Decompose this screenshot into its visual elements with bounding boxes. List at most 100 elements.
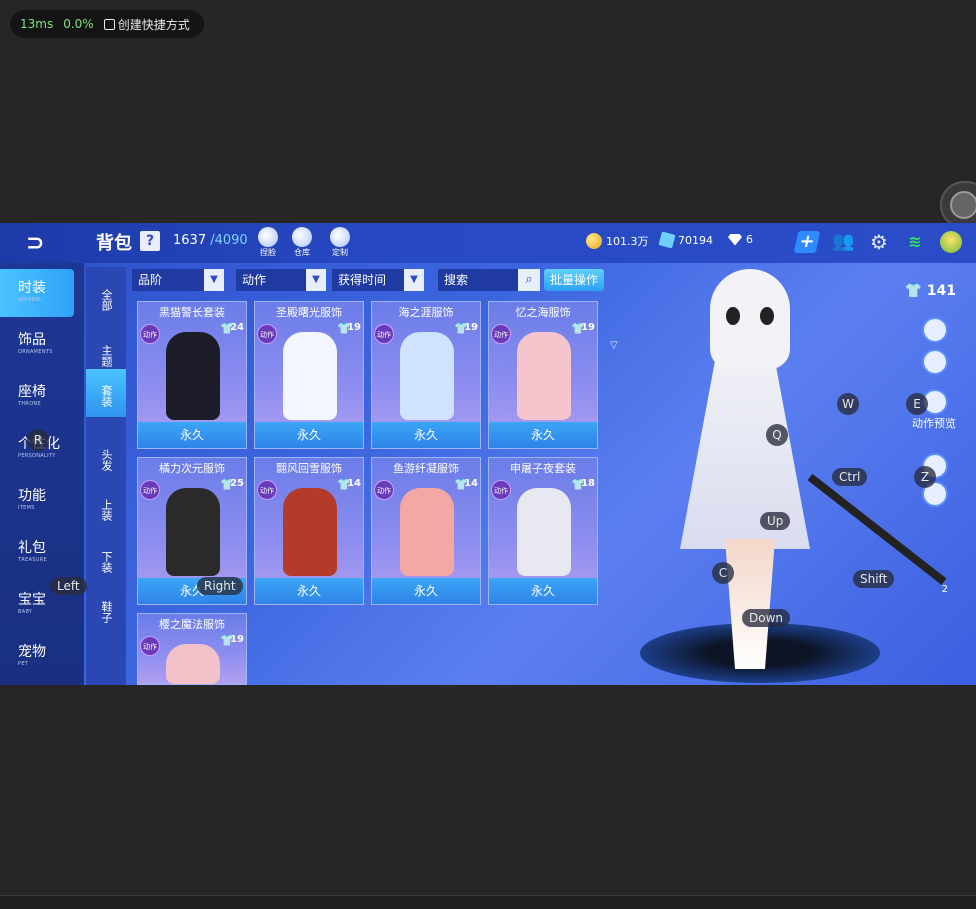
capacity-used: 1637 [173, 233, 207, 248]
item-duration: 永久 [372, 578, 480, 604]
action-badge: 动作 [140, 636, 160, 656]
tab-suit[interactable]: 套装 [86, 369, 126, 417]
create-shortcut-label: 创建快捷方式 [117, 17, 190, 32]
item-card[interactable]: 圣殿曙光服饰 动作 👕 19 永久 [254, 301, 364, 449]
gold-coin-icon [586, 233, 602, 249]
nav-item-items[interactable]: 功能 ITEMS [0, 477, 74, 525]
key-c[interactable]: C [712, 562, 734, 584]
search-input[interactable]: 搜索 ⌕ [438, 269, 540, 291]
nav-item-throne[interactable]: 座椅 THRONE [0, 373, 74, 421]
rotate-icon[interactable] [922, 349, 948, 375]
item-card[interactable]: 翾风回雪服饰 动作 👕 14 永久 [254, 457, 364, 605]
action-badge: 动作 [374, 480, 394, 500]
header-right-icons: + 👥 ⚙ ≋ [793, 231, 962, 253]
key-up[interactable]: Up [760, 512, 791, 530]
face-edit-label: 捏脸 [260, 248, 276, 257]
item-duration: 永久 [489, 578, 597, 604]
customize-button[interactable]: 定制 [326, 227, 354, 259]
item-name: 翾风回雪服饰 [276, 462, 342, 475]
shirt-icon: 👕 [454, 478, 468, 491]
key-down[interactable]: Down [742, 609, 791, 627]
ghost-costume-body [680, 339, 810, 549]
shirt-icon: 👕 [571, 322, 585, 335]
key-q[interactable]: Q [766, 424, 788, 446]
item-figure [166, 488, 220, 576]
character-legs [725, 539, 775, 669]
shirt-icon: 👕 [571, 478, 585, 491]
tab-hair[interactable]: 头发 [86, 433, 126, 481]
item-card[interactable]: 鱼游纤凝服饰 动作 👕 14 永久 [371, 457, 481, 605]
nav-label: 宠物 [18, 644, 46, 660]
chevron-down-icon: ▼ [204, 269, 224, 291]
tab-bottom[interactable]: 下装 [86, 535, 126, 583]
item-card[interactable]: 忆之海服饰 动作 👕 19 永久 [488, 301, 598, 449]
acquire-time-dropdown[interactable]: 获得时间 ▼ [332, 269, 424, 291]
item-level: 👕 19 [571, 322, 595, 342]
hexagon-icon [950, 191, 976, 219]
item-figure [400, 332, 454, 420]
item-card[interactable]: 海之涯服饰 动作 👕 19 永久 [371, 301, 481, 449]
chevron-down-icon: ▼ [404, 269, 424, 291]
key-r[interactable]: R [27, 429, 49, 451]
item-level: 👕 14 [454, 478, 478, 498]
nav-item-apparel[interactable]: 时装 APPAREL [0, 269, 74, 317]
perf-stats-pill: 13ms 0.0% 创建快捷方式 [10, 10, 204, 38]
diamond-currency: 6 [728, 233, 753, 246]
item-level: 👕 14 [337, 478, 361, 498]
action-badge: 动作 [257, 324, 277, 344]
game-logo-icon: ⊃ [26, 231, 45, 256]
grade-dropdown[interactable]: 品阶 ▼ [132, 269, 224, 291]
nav-item-ornaments[interactable]: 饰品 ORNAMENTS [0, 321, 74, 369]
latency-value: 13ms [20, 17, 54, 31]
friends-icon[interactable]: 👥 [832, 231, 854, 253]
key-left[interactable]: Left [50, 577, 87, 595]
item-card[interactable]: 黑猫警长套装 动作 👕 24 永久 [137, 301, 247, 449]
customize-label: 定制 [332, 248, 348, 257]
tab-top[interactable]: 上装 [86, 483, 126, 531]
action-badge: 动作 [491, 480, 511, 500]
plus-icon[interactable]: + [793, 231, 821, 253]
action-dropdown[interactable]: 动作 ▼ [236, 269, 326, 291]
side-float-handle[interactable] [940, 181, 976, 229]
item-duration: 永久 [255, 422, 363, 448]
warehouse-button[interactable]: 仓库 [288, 227, 316, 259]
shirt-icon: 👕 [337, 478, 351, 491]
game-viewport: ⊃ 背包 ? 1637 /4090 捏脸 仓库 定制 101.3万 70194 … [0, 223, 976, 685]
loss-value: 0.0% [63, 17, 94, 31]
item-name: 鱼游纤凝服饰 [393, 462, 459, 475]
gear-icon[interactable]: ⚙ [868, 231, 890, 253]
gold-value: 101.3万 [606, 235, 649, 248]
nav-label: 功能 [18, 488, 46, 504]
tab-shoes[interactable]: 鞋子 [86, 585, 126, 633]
help-button[interactable]: ? [140, 231, 160, 251]
key-right[interactable]: Right [197, 577, 243, 595]
avatar[interactable] [940, 231, 962, 253]
item-level: 👕 24 [220, 322, 244, 342]
key-shift[interactable]: Shift [853, 570, 895, 588]
item-card[interactable]: 樱之魔法服饰 动作 👕 19 [137, 613, 247, 685]
key-ctrl[interactable]: Ctrl [832, 468, 868, 486]
key-z[interactable]: Z [914, 466, 936, 488]
character-preview[interactable] [670, 269, 820, 669]
face-edit-button[interactable]: 捏脸 [254, 227, 282, 259]
search-icon[interactable]: ⌕ [518, 269, 540, 291]
nav-label: 座椅 [18, 384, 46, 400]
item-figure [283, 488, 337, 576]
tab-all[interactable]: 全部 [86, 273, 126, 321]
nav-item-treasure[interactable]: 礼包 TREASURE [0, 529, 74, 577]
shirt-icon: 👕 [337, 322, 351, 335]
ticket-icon [658, 231, 676, 249]
nav-item-pet[interactable]: 宠物 PET [0, 633, 74, 681]
car-icon[interactable] [922, 317, 948, 343]
create-shortcut-button[interactable]: 创建快捷方式 [103, 16, 190, 33]
item-card[interactable]: 申屠子夜套装 动作 👕 18 永久 [488, 457, 598, 605]
action-badge: 动作 [374, 324, 394, 344]
action-preview-label[interactable]: 动作预览 [912, 415, 956, 431]
batch-operation-button[interactable]: 批量操作 [544, 269, 604, 291]
shirt-icon: 👕 [220, 322, 234, 335]
key-w[interactable]: W [837, 393, 859, 415]
key-e[interactable]: E [906, 393, 928, 415]
outfit-count-value: 141 [926, 283, 956, 299]
item-name: 圣殿曙光服饰 [276, 306, 342, 319]
chevron-down-icon: ▼ [306, 269, 326, 291]
